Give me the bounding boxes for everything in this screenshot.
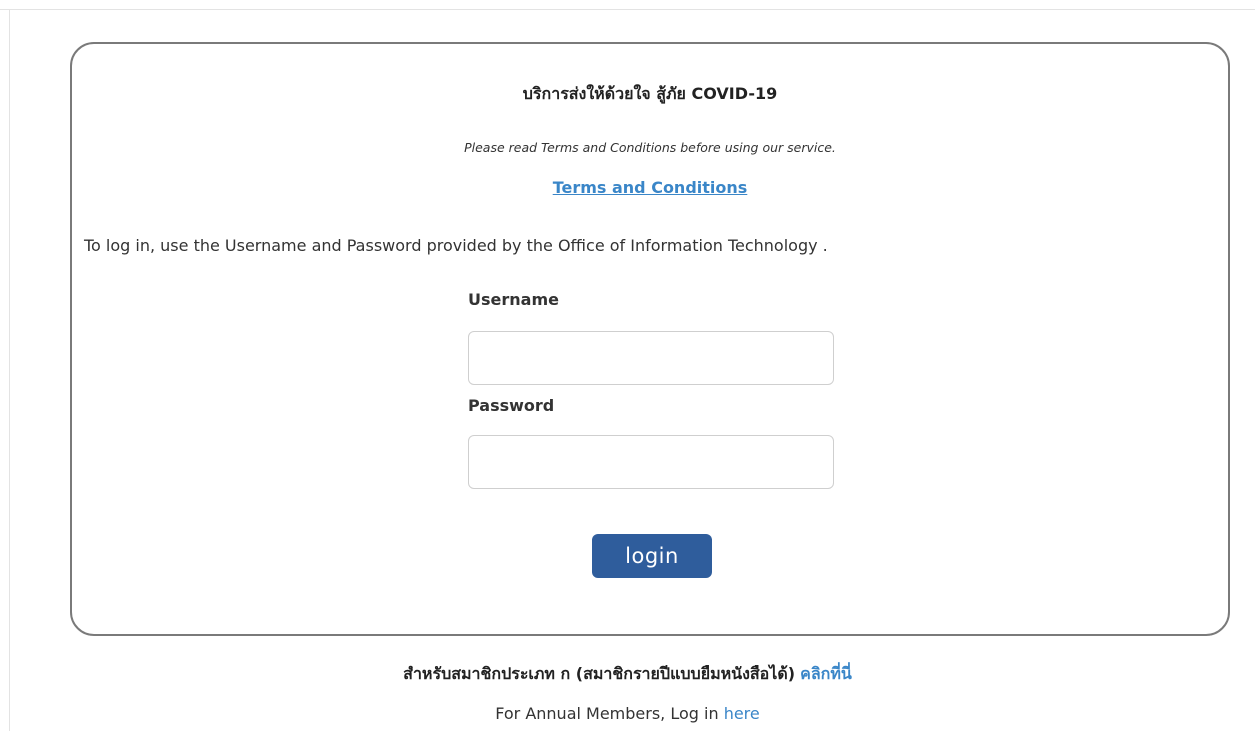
top-divider — [0, 9, 1255, 10]
username-input[interactable] — [468, 331, 834, 385]
thai-member-link[interactable]: คลิกที่นี่ — [800, 664, 852, 683]
password-label: Password — [468, 396, 555, 415]
left-divider — [9, 9, 10, 731]
thai-member-text: สำหรับสมาชิกประเภท ก (สมาชิกรายปีแบบยืมห… — [403, 664, 796, 683]
page: บริการส่งให้ด้วยใจ สู้ภัย COVID-19 Pleas… — [0, 0, 1255, 731]
terms-link-container: Terms and Conditions — [72, 178, 1228, 197]
login-card: บริการส่งให้ด้วยใจ สู้ภัย COVID-19 Pleas… — [70, 42, 1230, 636]
thai-member-line: สำหรับสมาชิกประเภท ก (สมาชิกรายปีแบบยืมห… — [0, 662, 1255, 687]
service-title: บริการส่งให้ด้วยใจ สู้ภัย COVID-19 — [522, 84, 778, 103]
terms-and-conditions-link[interactable]: Terms and Conditions — [553, 178, 748, 197]
username-label: Username — [468, 290, 559, 309]
annual-member-line: For Annual Members, Log in here — [0, 704, 1255, 723]
terms-notice: Please read Terms and Conditions before … — [464, 140, 836, 155]
annual-member-text: For Annual Members, Log in — [495, 704, 719, 723]
login-instructions: To log in, use the Username and Password… — [84, 236, 828, 255]
annual-member-link[interactable]: here — [724, 704, 760, 723]
login-button[interactable]: login — [592, 534, 712, 578]
password-input[interactable] — [468, 435, 834, 489]
